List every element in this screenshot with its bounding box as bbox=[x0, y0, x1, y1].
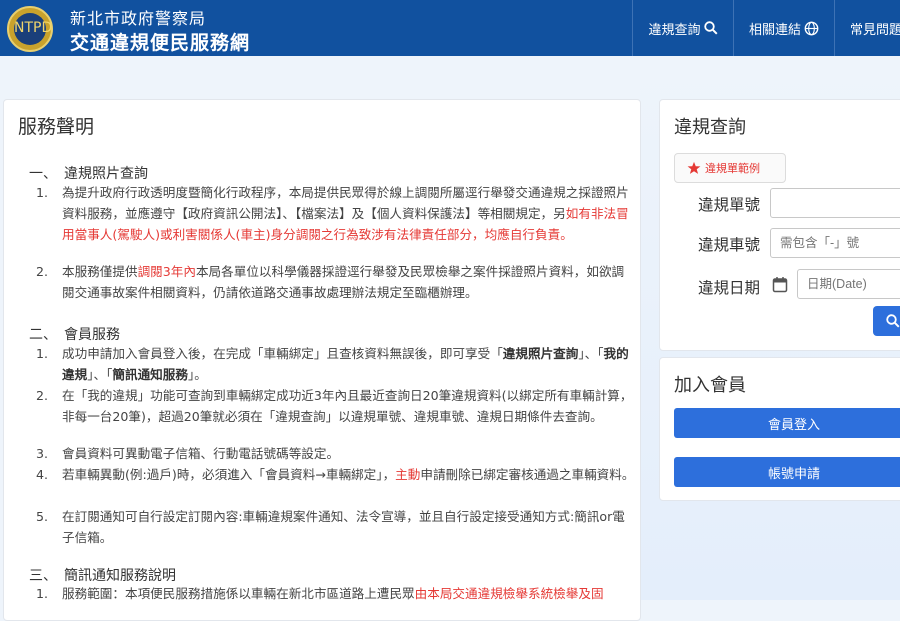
field-label-plate-no: 違規車號 bbox=[698, 236, 761, 254]
list-item: 1. 服務範圍：本項便民服務措施係以車輛在新北市區道路上遭民眾由本局交通違規檢舉… bbox=[36, 583, 636, 604]
nav-violation-query[interactable]: 違規查詢 bbox=[632, 0, 733, 56]
item-number: 1. bbox=[36, 346, 49, 361]
top-header: NTPD 新北市政府警察局 交通違規便民服務網 違規查詢 相關連結 常見問題 bbox=[0, 0, 900, 56]
police-logo[interactable]: NTPD bbox=[7, 6, 53, 52]
nav-faq[interactable]: 常見問題 bbox=[834, 0, 900, 56]
violation-query-card: 違規查詢 違規單範例 違規單號 違規車號 違規日期 bbox=[659, 99, 900, 351]
item-number: 1. bbox=[36, 185, 49, 200]
item-text-plain: 申請刪除已綁定審核通過之車輛資料。 bbox=[420, 467, 635, 482]
service-statement-card: 服務聲明 一、 違規照片查詢 1. 為提升政府行政透明度暨簡化行政程序，本局提供… bbox=[3, 99, 641, 621]
search-icon bbox=[886, 314, 900, 328]
join-member-card: 加入會員 會員登入 帳號申請 bbox=[659, 357, 900, 501]
item-number: 1. bbox=[36, 586, 49, 601]
item-text: 為提升政府行政透明度暨簡化行政程序，本局提供民眾得於線上調閱所屬逕行舉發交通違規… bbox=[62, 182, 636, 245]
item-text-plain: 成功申請加入會員登入後，在完成「車輛綁定」且查核資料無誤後，即可享受「 bbox=[62, 346, 503, 361]
list-item: 5. 在訂閱通知可自行設定訂閱內容:車輛違規案件通知、法令宣導，並且自行設定接受… bbox=[36, 506, 636, 548]
item-text-warning: 調閱3年內 bbox=[137, 264, 196, 279]
calendar-icon[interactable] bbox=[772, 276, 788, 293]
list-item: 1. 成功申請加入會員登入後，在完成「車輛綁定」且查核資料無誤後，即可享受「違規… bbox=[36, 343, 636, 385]
globe-icon bbox=[804, 21, 819, 35]
item-text-bold: 簡訊通知服務 bbox=[112, 367, 188, 382]
item-number: 5. bbox=[36, 509, 49, 524]
query-title: 違規查詢 bbox=[674, 117, 746, 138]
field-label-date: 違規日期 bbox=[698, 279, 761, 297]
field-label-ticket-no: 違規單號 bbox=[698, 196, 761, 214]
ticket-example-label: 違規單範例 bbox=[705, 162, 760, 175]
item-text-plain: 為提升政府行政透明度暨簡化行政程序，本局提供民眾得於線上調閱所屬逕行舉發交通違規… bbox=[62, 185, 629, 221]
nav-label: 相關連結 bbox=[748, 22, 801, 38]
list-item: 2. 本服務僅提供調閱3年內本局各單位以科學儀器採證逕行舉發及民眾檢舉之案件採證… bbox=[36, 261, 636, 303]
search-icon bbox=[703, 21, 718, 35]
member-login-label: 會員登入 bbox=[767, 417, 820, 433]
item-number: 2. bbox=[36, 388, 49, 403]
account-register-label: 帳號申請 bbox=[767, 466, 820, 482]
item-text: 本服務僅提供調閱3年內本局各單位以科學儀器採證逕行舉發及民眾檢舉之案件採證照片資… bbox=[62, 261, 636, 303]
item-text: 會員資料可異動電子信箱、行動電話號碼等設定。 bbox=[62, 446, 340, 461]
item-text: 在「我的違規」功能可查詢到車輛綁定成功近3年內且最近查詢日20筆違規資料(以綁定… bbox=[62, 388, 633, 424]
query-search-button[interactable] bbox=[873, 306, 900, 336]
violation-date-input[interactable] bbox=[797, 269, 900, 299]
member-title: 加入會員 bbox=[674, 375, 746, 396]
item-number: 3. bbox=[36, 446, 49, 461]
item-text-plain: 」。 bbox=[187, 367, 207, 382]
item-text-plain: 服務範圍：本項便民服務措施係以車輛在新北市區道路上遭民眾 bbox=[62, 586, 415, 601]
ticket-number-input[interactable] bbox=[770, 188, 900, 218]
section-title: 三、 簡訊通知服務說明 bbox=[29, 568, 176, 584]
item-text: 服務範圍：本項便民服務措施係以車輛在新北市區道路上遭民眾由本局交通違規檢舉系統檢… bbox=[62, 583, 636, 604]
org-name: 新北市政府警察局 bbox=[70, 9, 207, 28]
plate-number-input[interactable] bbox=[770, 228, 900, 258]
page-title: 服務聲明 bbox=[18, 116, 95, 138]
list-item: 4. 若車輛異動(例:過戶)時，必須進入「會員資料→車輛綁定」，主動申請刪除已綁… bbox=[36, 464, 636, 506]
item-number: 2. bbox=[36, 264, 49, 279]
list-item: 2. 在「我的違規」功能可查詢到車輛綁定成功近3年內且最近查詢日20筆違規資料(… bbox=[36, 385, 636, 448]
list-item: 3. 會員資料可異動電子信箱、行動電話號碼等設定。 bbox=[36, 443, 636, 464]
item-text: 成功申請加入會員登入後，在完成「車輛綁定」且查核資料無誤後，即可享受「違規照片查… bbox=[62, 343, 636, 385]
item-text-plain: 若車輛異動(例:過戶)時，必須進入「會員資料→車輛綁定」， bbox=[62, 467, 396, 482]
nav-related-links[interactable]: 相關連結 bbox=[733, 0, 834, 56]
star-icon bbox=[687, 161, 701, 174]
item-text-warning: 由本局交通違規檢舉系統檢舉及固 bbox=[414, 586, 604, 601]
member-login-button[interactable]: 會員登入 bbox=[674, 408, 900, 438]
ticket-example-button[interactable]: 違規單範例 bbox=[674, 153, 786, 183]
item-text-warning: 主動 bbox=[395, 467, 421, 482]
section-title: 一、 違規照片查詢 bbox=[29, 166, 148, 182]
section-title: 二、 會員服務 bbox=[29, 327, 120, 343]
item-text-plain: 」、「 bbox=[578, 346, 604, 361]
account-register-button[interactable]: 帳號申請 bbox=[674, 457, 900, 487]
item-text-plain: 」、「 bbox=[87, 367, 113, 382]
nav-label: 常見問題 bbox=[850, 22, 900, 38]
item-number: 4. bbox=[36, 467, 49, 482]
list-item: 1. 為提升政府行政透明度暨簡化行政程序，本局提供民眾得於線上調閱所屬逕行舉發交… bbox=[36, 182, 636, 266]
site-title[interactable]: 交通違規便民服務網 bbox=[70, 28, 250, 55]
item-text-plain: 本服務僅提供 bbox=[62, 264, 138, 279]
item-text: 在訂閱通知可自行設定訂閱內容:車輛違規案件通知、法令宣導，並且自行設定接受通知方… bbox=[62, 509, 625, 545]
nav-label: 違規查詢 bbox=[648, 22, 701, 38]
item-text-bold: 違規照片查詢 bbox=[502, 346, 579, 361]
logo-text: NTPD bbox=[14, 20, 53, 36]
item-text: 若車輛異動(例:過戶)時，必須進入「會員資料→車輛綁定」，主動申請刪除已綁定審核… bbox=[62, 464, 636, 485]
